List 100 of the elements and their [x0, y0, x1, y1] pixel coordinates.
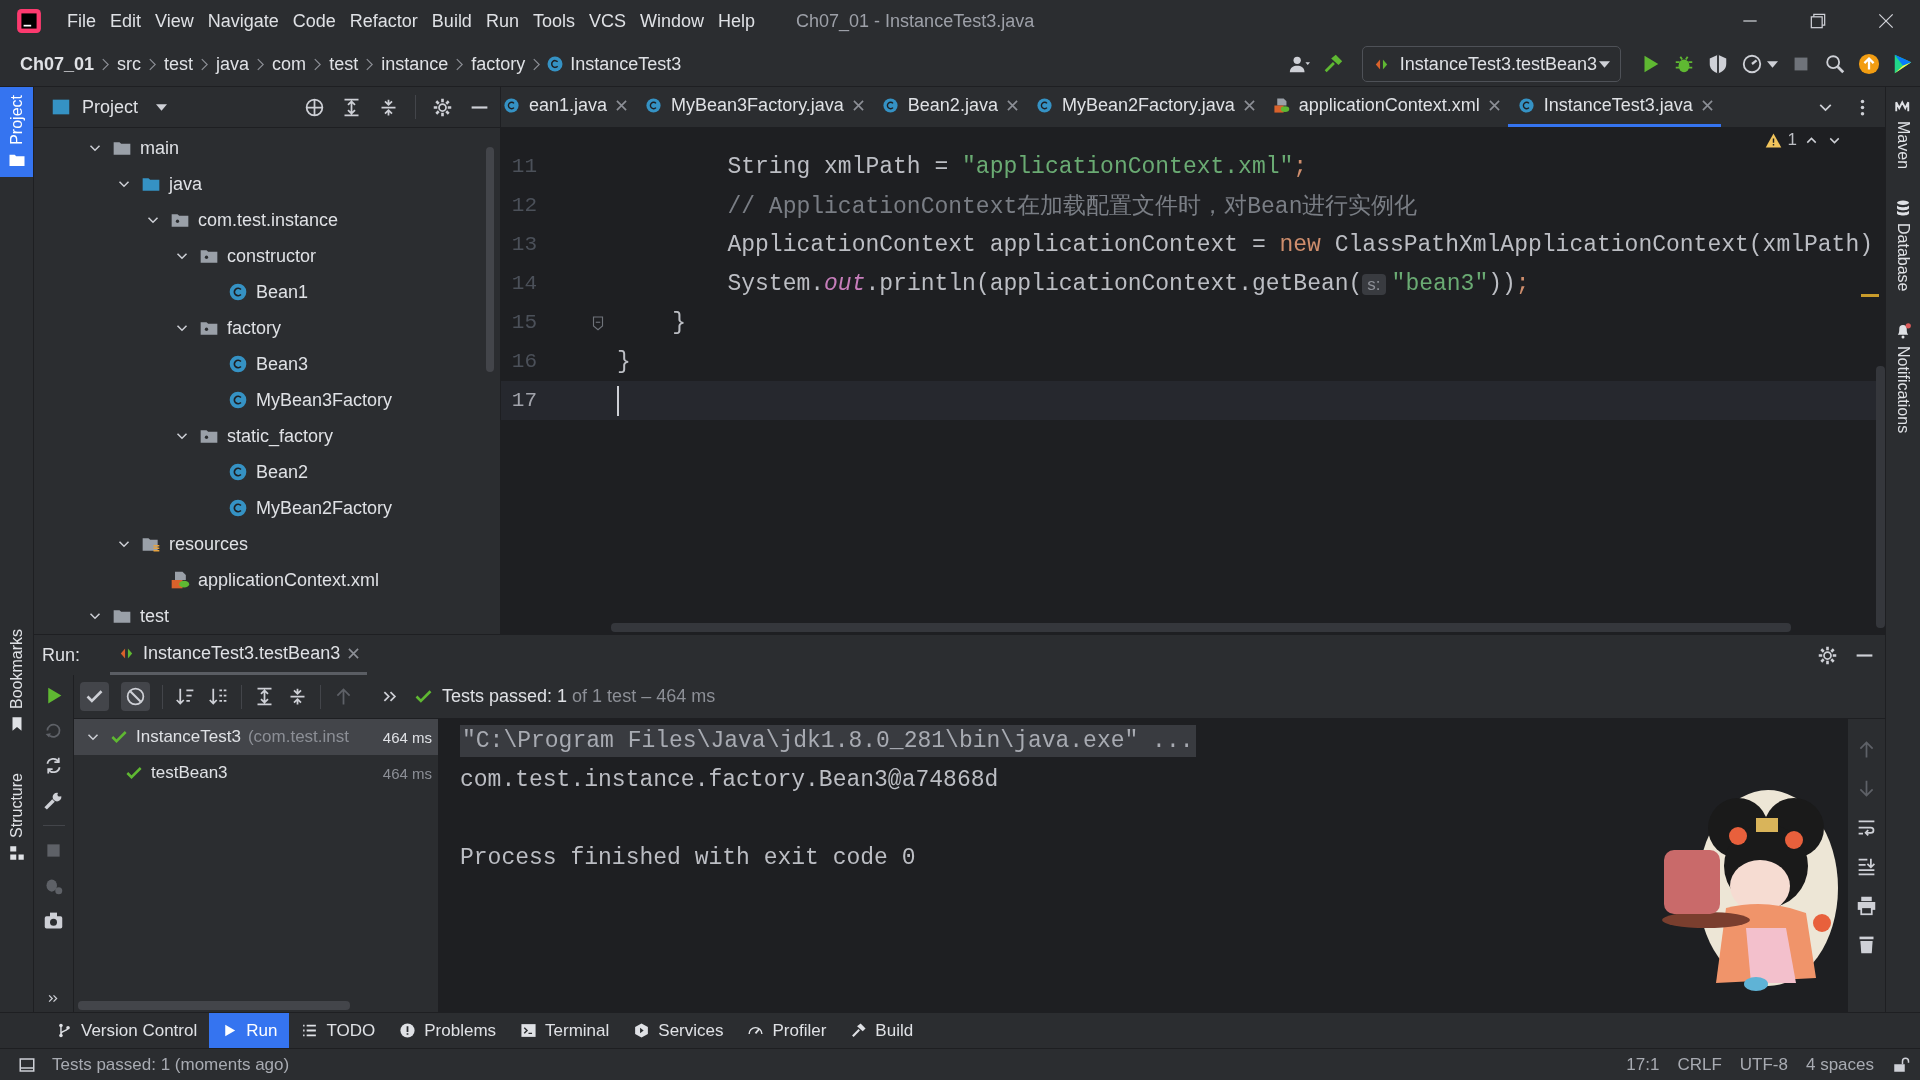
status-item[interactable]: 4 spaces [1805, 1054, 1874, 1075]
tool-window-button[interactable]: Build [838, 1013, 926, 1048]
menu-item[interactable]: Build [424, 10, 479, 32]
tree-item[interactable]: MyBean2Factory [256, 497, 393, 519]
unlocked-icon[interactable] [1892, 1055, 1910, 1074]
test-name[interactable]: testBean3 [151, 763, 228, 783]
toolbox-icon[interactable] [1892, 53, 1914, 75]
restore-window-icon[interactable] [1808, 11, 1828, 31]
editor-tab[interactable]: Bean2.java [871, 87, 1026, 127]
editor-tab[interactable]: ean1.java [501, 87, 636, 127]
test-name[interactable]: InstanceTest3 [136, 727, 241, 747]
tool-window-button[interactable]: Database [1894, 199, 1912, 292]
tree-item[interactable]: static_factory [227, 425, 334, 447]
tree-item[interactable]: constructor [227, 245, 317, 267]
menu-item[interactable]: Run [478, 10, 526, 32]
close-icon[interactable] [616, 100, 628, 111]
close-icon[interactable] [1488, 100, 1500, 111]
menu-item[interactable]: View [148, 10, 201, 32]
tool-window-button[interactable]: Maven [1894, 97, 1912, 170]
scroll-to-end-icon[interactable] [1856, 856, 1877, 877]
crosshair-icon[interactable] [304, 96, 325, 118]
breadcrumb[interactable]: instance [379, 53, 451, 75]
scrollbar[interactable] [486, 147, 494, 372]
panel-title[interactable]: Project [82, 96, 139, 118]
settings-icon[interactable] [1817, 644, 1838, 666]
close-icon[interactable] [348, 648, 360, 659]
run-tab[interactable]: InstanceTest3.testBean3 [110, 635, 368, 675]
breadcrumb[interactable]: src [115, 53, 144, 75]
menu-item[interactable]: Help [711, 10, 763, 32]
tool-window-button[interactable]: TODO [289, 1013, 388, 1048]
status-item[interactable]: UTF-8 [1739, 1054, 1788, 1075]
tool-window-button[interactable]: Notifications [1894, 321, 1912, 433]
menu-item[interactable]: Tools [525, 10, 582, 32]
editor-tab[interactable]: MyBean3Factory.java [635, 87, 872, 127]
editor-tab[interactable]: MyBean2Factory.java [1025, 87, 1263, 127]
sort-alpha-icon[interactable] [175, 686, 196, 707]
menu-item[interactable]: Code [285, 10, 343, 32]
close-icon[interactable] [1701, 100, 1713, 111]
tree-item[interactable]: Bean3 [256, 353, 309, 375]
update-icon[interactable] [1858, 53, 1880, 75]
tool-window-button[interactable]: Bookmarks [0, 620, 33, 741]
tool-window-button[interactable]: Problems [387, 1013, 509, 1048]
gauge-icon[interactable] [1741, 53, 1763, 75]
app-logo-icon[interactable] [16, 8, 42, 34]
tool-window-button[interactable]: Services [621, 1013, 736, 1048]
search-icon[interactable] [1824, 53, 1846, 75]
editor-tab[interactable]: InstanceTest3.java [1507, 87, 1721, 127]
panel-icon[interactable] [18, 1055, 36, 1074]
close-window-icon[interactable] [1876, 11, 1896, 31]
breadcrumb[interactable]: InstanceTest3 [568, 53, 684, 75]
scrollbar[interactable] [78, 1001, 350, 1010]
close-icon[interactable] [1243, 100, 1255, 111]
tree-item[interactable]: main [140, 137, 179, 159]
tree-item[interactable]: factory [227, 317, 282, 339]
editor-tab[interactable]: applicationContext.xml [1262, 87, 1508, 127]
tree-item[interactable]: test [140, 605, 169, 627]
xml-file-icon [170, 570, 190, 590]
scrollbar[interactable] [611, 623, 1791, 632]
tool-window-button[interactable]: Profiler [735, 1013, 839, 1048]
menu-item[interactable]: Edit [103, 10, 149, 32]
filter-toggle[interactable] [80, 682, 109, 711]
breadcrumb[interactable]: Ch07_01 [18, 53, 97, 75]
close-icon[interactable] [1006, 100, 1018, 111]
tree-item[interactable]: Bean1 [256, 281, 309, 303]
tool-window-button[interactable]: Terminal [508, 1013, 622, 1048]
tool-window-button[interactable]: Run [209, 1013, 290, 1048]
breadcrumb[interactable]: factory [469, 53, 528, 75]
menu-item[interactable]: File [60, 10, 103, 32]
tree-item[interactable]: com.test.instance [198, 209, 339, 231]
sort-duration-icon[interactable] [208, 686, 229, 707]
menu-item[interactable]: VCS [581, 10, 633, 32]
tree-item[interactable]: resources [169, 533, 249, 555]
tree-item[interactable]: MyBean3Factory [256, 389, 393, 411]
tree-item[interactable]: java [169, 173, 203, 195]
settings-icon[interactable] [432, 96, 453, 118]
inspection-widget[interactable]: 1 [1764, 130, 1843, 150]
tool-window-button[interactable]: Structure [0, 764, 33, 870]
menu-item[interactable]: Navigate [200, 10, 286, 32]
menu-item[interactable]: Refactor [342, 10, 425, 32]
tool-window-button[interactable]: Version Control [44, 1013, 210, 1048]
camera-icon[interactable] [43, 910, 64, 931]
breadcrumb[interactable]: java [214, 53, 252, 75]
close-icon[interactable] [852, 100, 864, 111]
status-item[interactable]: CRLF [1677, 1054, 1722, 1075]
breadcrumb[interactable]: test [162, 53, 196, 75]
tool-window-button[interactable]: Project [0, 87, 33, 177]
run-configuration-dropdown[interactable]: InstanceTest3.testBean3 [1361, 46, 1621, 82]
caret-icon[interactable] [1767, 60, 1778, 68]
filter-toggle[interactable] [121, 682, 150, 711]
caret-icon[interactable] [156, 103, 168, 111]
scrollbar[interactable] [1876, 366, 1885, 628]
shield-icon[interactable] [1707, 53, 1729, 75]
tree-item[interactable]: Bean2 [256, 461, 309, 483]
menu-item[interactable]: Window [632, 10, 711, 32]
breadcrumb[interactable]: com [270, 53, 309, 75]
status-item[interactable]: 17:1 [1626, 1054, 1660, 1075]
breadcrumb[interactable]: test [327, 53, 361, 75]
printer-icon[interactable] [1856, 895, 1877, 916]
tree-item[interactable]: applicationContext.xml [198, 569, 380, 591]
wrench-icon[interactable] [43, 790, 64, 811]
